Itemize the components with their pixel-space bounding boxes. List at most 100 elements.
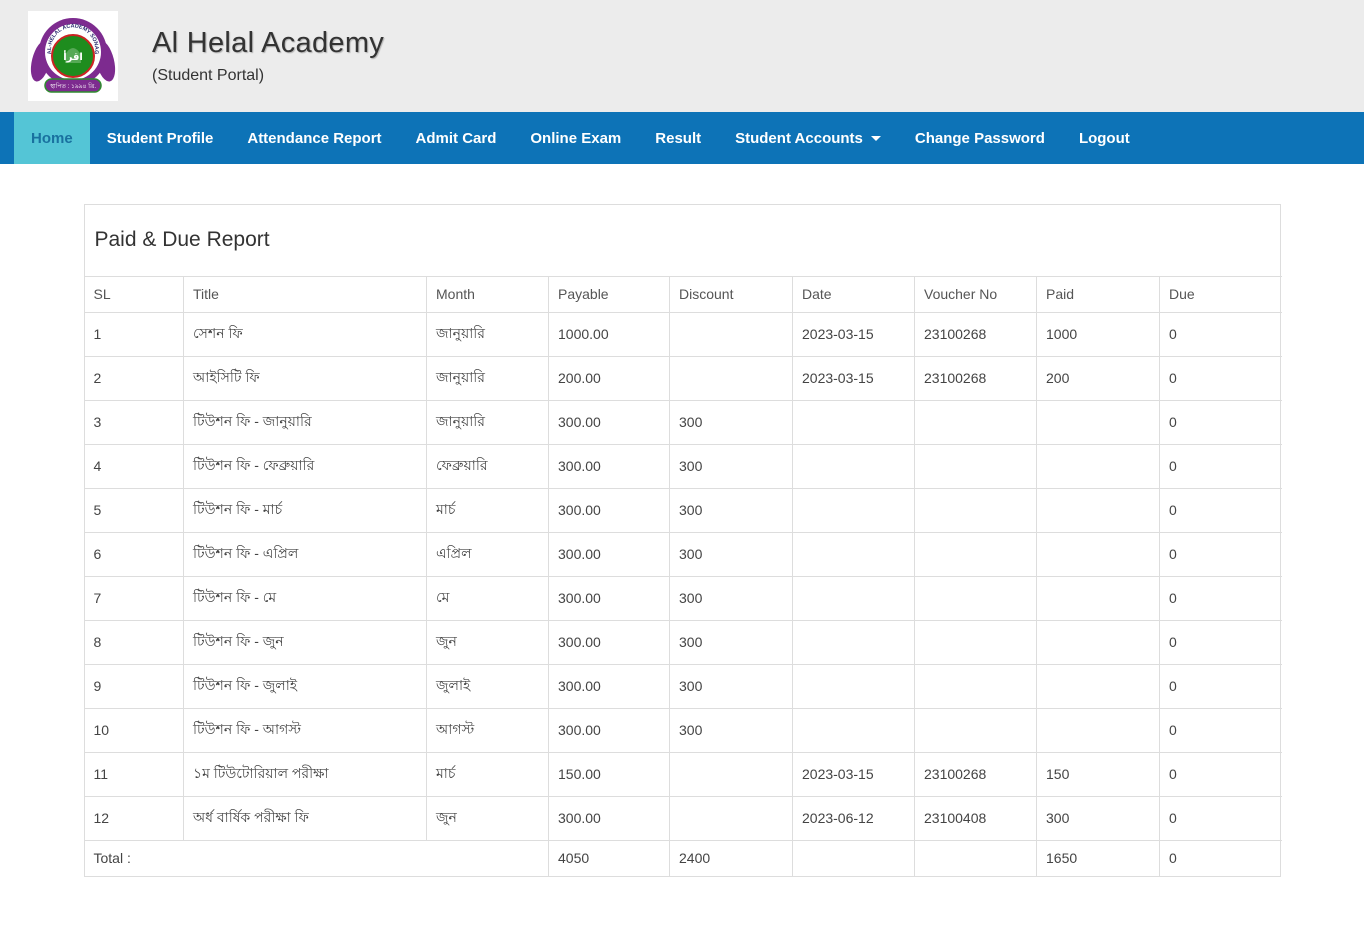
total-voucher-no <box>915 841 1037 877</box>
table-row: 1সেশন ফিজানুয়ারি1000.002023-03-15231002… <box>85 313 1282 357</box>
nav-menu: HomeStudent ProfileAttendance ReportAdmi… <box>14 112 1364 164</box>
cell-discount: 300 <box>670 401 793 445</box>
cell-title: অর্ধ বার্ষিক পরীক্ষা ফি <box>184 797 427 841</box>
cell-month: মার্চ <box>427 489 549 533</box>
main-content: Paid & Due Report SLTitleMonthPayableDis… <box>0 204 1364 877</box>
nav-item-student-profile[interactable]: Student Profile <box>90 112 231 164</box>
cell-due: 0 <box>1160 489 1282 533</box>
total-discount: 2400 <box>670 841 793 877</box>
table-body: 1সেশন ফিজানুয়ারি1000.002023-03-15231002… <box>85 313 1282 877</box>
nav-item-result[interactable]: Result <box>638 112 718 164</box>
nav-item-home[interactable]: Home <box>14 112 90 164</box>
cell-month: আগস্ট <box>427 709 549 753</box>
table-row: 5টিউশন ফি - মার্চমার্চ300.003000 <box>85 489 1282 533</box>
table-row: 12অর্ধ বার্ষিক পরীক্ষা ফিজুন300.002023-0… <box>85 797 1282 841</box>
nav-item-attendance-report[interactable]: Attendance Report <box>230 112 398 164</box>
cell-paid: 200 <box>1037 357 1160 401</box>
paid-due-report-panel: Paid & Due Report SLTitleMonthPayableDis… <box>84 204 1281 877</box>
cell-date <box>793 709 915 753</box>
cell-month: ফেব্রুয়ারি <box>427 445 549 489</box>
cell-payable: 300.00 <box>549 621 670 665</box>
cell-sl: 3 <box>85 401 184 445</box>
cell-paid: 300 <box>1037 797 1160 841</box>
paid-due-table: SLTitleMonthPayableDiscountDateVoucher N… <box>85 276 1282 876</box>
cell-month: জুন <box>427 621 549 665</box>
cell-voucher-no <box>915 533 1037 577</box>
cell-voucher-no: 23100268 <box>915 753 1037 797</box>
cell-voucher-no <box>915 489 1037 533</box>
cell-discount: 300 <box>670 621 793 665</box>
cell-sl: 4 <box>85 445 184 489</box>
cell-due: 0 <box>1160 665 1282 709</box>
table-row: 10টিউশন ফি - আগস্টআগস্ট300.003000 <box>85 709 1282 753</box>
cell-discount: 300 <box>670 533 793 577</box>
nav-item-online-exam[interactable]: Online Exam <box>513 112 638 164</box>
cell-date <box>793 577 915 621</box>
cell-paid <box>1037 621 1160 665</box>
cell-payable: 300.00 <box>549 489 670 533</box>
cell-payable: 200.00 <box>549 357 670 401</box>
cell-month: জুন <box>427 797 549 841</box>
cell-title: টিউশন ফি - জানুয়ারি <box>184 401 427 445</box>
table-row: 4টিউশন ফি - ফেব্রুয়ারিফেব্রুয়ারি300.00… <box>85 445 1282 489</box>
cell-sl: 8 <box>85 621 184 665</box>
total-payable: 4050 <box>549 841 670 877</box>
column-header-sl: SL <box>85 277 184 313</box>
table-row: 8টিউশন ফি - জুনজুন300.00300 0 <box>85 621 1282 665</box>
total-label: Total : <box>85 841 549 877</box>
cell-voucher-no: 23100268 <box>915 357 1037 401</box>
cell-payable: 300.00 <box>549 709 670 753</box>
cell-payable: 300.00 <box>549 401 670 445</box>
cell-paid <box>1037 665 1160 709</box>
nav-item-logout[interactable]: Logout <box>1062 112 1147 164</box>
chevron-down-icon <box>871 136 881 141</box>
cell-sl: 2 <box>85 357 184 401</box>
cell-date <box>793 445 915 489</box>
nav-item-student-accounts[interactable]: Student Accounts <box>718 112 898 164</box>
column-header-month: Month <box>427 277 549 313</box>
cell-title: ১ম টিউটোরিয়াল পরীক্ষা <box>184 753 427 797</box>
table-row: 7টিউশন ফি - মেমে300.003000 <box>85 577 1282 621</box>
cell-title: টিউশন ফি - জুন <box>184 621 427 665</box>
column-header-paid: Paid <box>1037 277 1160 313</box>
cell-paid: 150 <box>1037 753 1160 797</box>
cell-sl: 11 <box>85 753 184 797</box>
cell-date: 2023-03-15 <box>793 753 915 797</box>
cell-date: 2023-03-15 <box>793 313 915 357</box>
column-header-title: Title <box>184 277 427 313</box>
column-header-due: Due <box>1160 277 1282 313</box>
cell-title: টিউশন ফি - মে <box>184 577 427 621</box>
nav-item-label: Change Password <box>915 130 1045 147</box>
nav-item-change-password[interactable]: Change Password <box>898 112 1062 164</box>
nav-item-label: Result <box>655 130 701 147</box>
total-date <box>793 841 915 877</box>
table-header-row: SLTitleMonthPayableDiscountDateVoucher N… <box>85 277 1282 313</box>
cell-month: জানুয়ারি <box>427 357 549 401</box>
cell-payable: 300.00 <box>549 577 670 621</box>
cell-due: 0 <box>1160 357 1282 401</box>
nav-item-admit-card[interactable]: Admit Card <box>399 112 514 164</box>
cell-discount <box>670 797 793 841</box>
cell-month: মে <box>427 577 549 621</box>
column-header-discount: Discount <box>670 277 793 313</box>
cell-voucher-no <box>915 445 1037 489</box>
cell-payable: 300.00 <box>549 445 670 489</box>
cell-paid <box>1037 489 1160 533</box>
cell-date <box>793 533 915 577</box>
academy-logo: AL-HELAL ACADEMY SONAGAZI اقرأ স্থাপিত :… <box>28 11 118 101</box>
cell-voucher-no <box>915 621 1037 665</box>
cell-due: 0 <box>1160 401 1282 445</box>
total-due: 0 <box>1160 841 1282 877</box>
cell-due: 0 <box>1160 621 1282 665</box>
cell-date: 2023-03-15 <box>793 357 915 401</box>
cell-sl: 1 <box>85 313 184 357</box>
page-subtitle: (Student Portal) <box>152 67 384 85</box>
cell-sl: 6 <box>85 533 184 577</box>
cell-sl: 9 <box>85 665 184 709</box>
cell-voucher-no <box>915 401 1037 445</box>
logo-banner-text: স্থাপিত : ১৯৯৪ খ্রি. <box>49 83 96 90</box>
cell-due: 0 <box>1160 445 1282 489</box>
cell-discount: 300 <box>670 577 793 621</box>
cell-discount <box>670 753 793 797</box>
cell-discount: 300 <box>670 489 793 533</box>
